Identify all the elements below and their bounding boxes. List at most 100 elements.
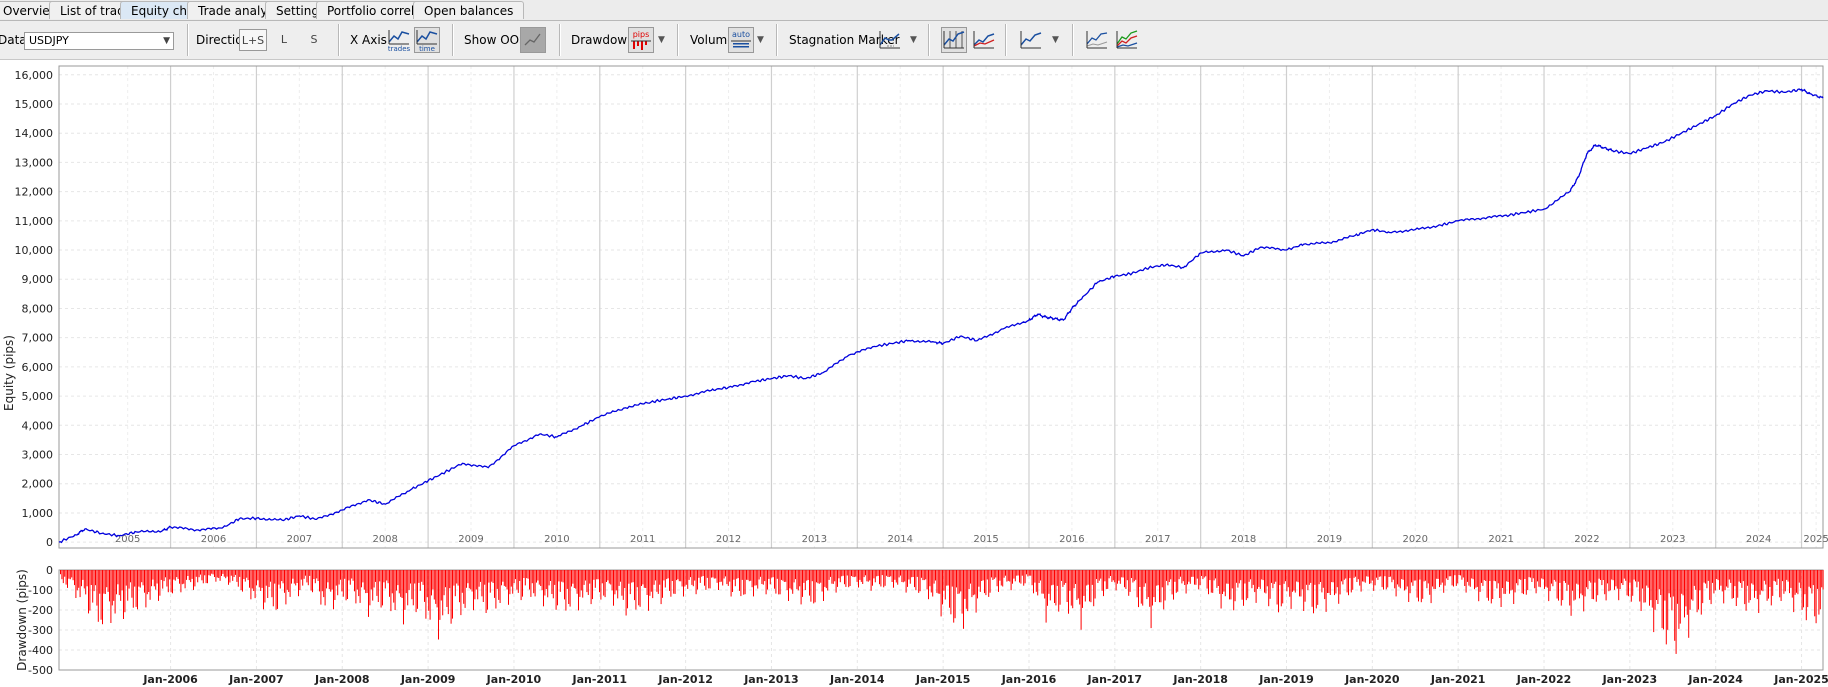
chart-compare-button[interactable]	[971, 27, 997, 53]
drawdown-bar	[405, 570, 407, 594]
drawdown-bar	[1671, 570, 1673, 611]
drawdown-bar	[394, 570, 396, 610]
chart-grid-button[interactable]	[941, 27, 967, 53]
drawdown-bar	[292, 570, 294, 579]
volume-dropdown-arrow[interactable]: ▼	[757, 21, 764, 59]
drawdown-bar	[1689, 570, 1691, 610]
drawdown-bar	[1243, 570, 1244, 606]
drawdown-bar	[1366, 570, 1368, 577]
drawdown-bar	[789, 570, 791, 589]
drawdown-bar	[356, 570, 358, 590]
portfolio-chart-button[interactable]	[1084, 27, 1110, 53]
drawdown-bar	[1342, 570, 1344, 585]
drawdown-bar	[929, 570, 931, 587]
drawdown-bar	[597, 570, 599, 580]
drawdown-bar	[233, 570, 235, 577]
stagnation-marker-button[interactable]	[877, 27, 903, 53]
drawdown-dropdown-arrow[interactable]: ▼	[658, 21, 665, 59]
drawdown-bar	[1122, 570, 1124, 578]
drawdown-bar	[911, 570, 913, 578]
drawdown-bar	[160, 570, 162, 580]
drawdown-bar	[1581, 570, 1583, 596]
drawdown-bar	[635, 570, 637, 610]
equity-plot-frame	[58, 65, 1824, 549]
equity-year-label: 2022	[1574, 534, 1599, 545]
tab-open-balances[interactable]: Open balances	[413, 1, 525, 19]
drawdown-bar	[1814, 570, 1816, 617]
drawdown-bar	[267, 570, 269, 598]
drawdown-bar	[366, 570, 368, 593]
direction-short-button[interactable]: S	[301, 29, 327, 51]
stagnation-dropdown-arrow[interactable]: ▼	[910, 21, 917, 59]
drawdown-mode-button[interactable]: pips	[628, 27, 654, 53]
drawdown-bar	[1405, 570, 1407, 590]
drawdown-bar	[692, 570, 694, 587]
drawdown-bar	[1363, 570, 1365, 582]
drawdown-bar	[802, 570, 803, 597]
drawdown-bar	[839, 570, 841, 583]
drawdown-bar	[425, 570, 427, 619]
drawdown-bar	[1247, 570, 1249, 599]
drawdown-bar	[818, 570, 820, 584]
toolbar-separator	[187, 24, 189, 56]
drawdown-bar	[930, 570, 932, 593]
drawdown-bar	[1307, 570, 1309, 591]
drawdown-bar	[442, 570, 444, 616]
drawdown-bar	[1698, 570, 1699, 610]
direction-ls-button[interactable]: L+S	[239, 29, 267, 51]
drawdown-bar	[1143, 570, 1145, 587]
drawdown-bar	[380, 570, 382, 608]
drawdown-bar	[1049, 570, 1051, 601]
drawdown-bar	[1608, 570, 1610, 592]
drawdown-bar	[1059, 570, 1061, 605]
equity-chart-area[interactable]: 0 1,000 2,000 3,000 4,000 5,000 6,000 7,000 8,00…	[0, 60, 1828, 687]
drawdown-bar	[649, 570, 651, 596]
show-oos-toggle[interactable]	[520, 27, 546, 53]
drawdown-bar	[1395, 570, 1397, 597]
drawdown-bar	[1251, 570, 1253, 589]
drawdown-bar	[72, 570, 74, 581]
drawdown-bar	[764, 570, 766, 582]
drawdown-bar	[698, 570, 700, 578]
drawdown-bar	[701, 570, 703, 577]
drawdown-bar	[592, 570, 593, 600]
drawdown-bar	[1210, 570, 1212, 593]
direction-long-button[interactable]: L	[271, 29, 297, 51]
chart-line-dropdown-arrow[interactable]: ▼	[1052, 21, 1059, 59]
drawdown-bar	[788, 570, 789, 601]
drawdown-bar	[260, 570, 262, 591]
drawdown-bar	[111, 570, 113, 606]
drawdown-bar	[1716, 570, 1718, 579]
drawdown-bar	[92, 570, 94, 603]
drawdown-bar	[951, 570, 953, 587]
drawdown-bar	[1024, 570, 1026, 584]
drawdown-bar	[212, 570, 214, 575]
data-select[interactable]: USDJPY ▼	[24, 32, 174, 50]
chart-line-button[interactable]	[1018, 27, 1044, 53]
drawdown-bar	[383, 570, 385, 583]
drawdown-bar	[1612, 570, 1614, 581]
drawdown-bar	[319, 570, 320, 592]
drawdown-bar	[992, 570, 994, 580]
drawdown-bar	[481, 570, 483, 597]
drawdown-bar	[880, 570, 882, 587]
drawdown-bar	[1576, 570, 1578, 584]
drawdown-bar	[925, 570, 927, 580]
xaxis-trades-button[interactable]: trades	[386, 27, 412, 53]
multi-series-chart-button[interactable]	[1114, 27, 1140, 53]
drawdown-bar	[733, 570, 735, 580]
drawdown-bar	[1819, 570, 1821, 610]
drawdown-bar	[1259, 570, 1261, 589]
drawdown-bar	[1300, 570, 1302, 597]
volume-mode-button[interactable]: auto	[728, 27, 754, 53]
drawdown-bar	[305, 570, 306, 576]
drawdown-bar	[1434, 570, 1436, 589]
xaxis-time-button[interactable]: time	[414, 27, 440, 53]
drawdown-bar	[446, 570, 448, 607]
drawdown-bar	[1420, 570, 1422, 603]
drawdown-bar	[564, 570, 565, 600]
drawdown-bar	[1810, 570, 1811, 589]
drawdown-bar	[1306, 570, 1307, 585]
drawdown-bar	[104, 570, 106, 594]
drawdown-bar	[1625, 570, 1627, 581]
